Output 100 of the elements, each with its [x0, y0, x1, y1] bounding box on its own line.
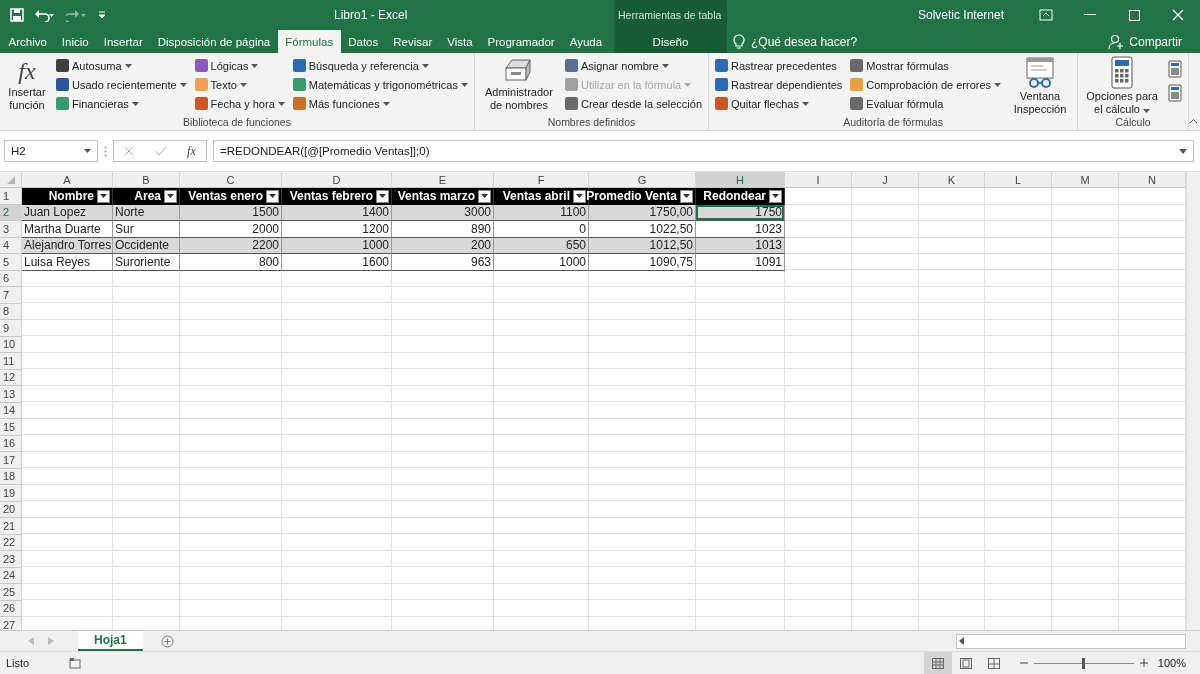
- column-header[interactable]: J: [852, 172, 919, 188]
- save-icon[interactable]: [10, 8, 24, 22]
- horizontal-scrollbar[interactable]: [956, 633, 1186, 649]
- ribbon-command[interactable]: Lógicas: [194, 56, 285, 75]
- table-cell[interactable]: 0: [494, 221, 589, 238]
- redo-icon[interactable]: [66, 8, 88, 22]
- minimize-icon[interactable]: [1084, 14, 1096, 16]
- ribbon-command[interactable]: Más funciones: [292, 94, 468, 113]
- column-header[interactable]: B: [113, 172, 180, 188]
- row-header[interactable]: 21: [0, 518, 22, 535]
- ribbon-command[interactable]: Asignar nombre: [564, 56, 702, 75]
- collapse-ribbon-icon[interactable]: [1189, 118, 1199, 124]
- ribbon-tab[interactable]: Insertar: [96, 30, 151, 53]
- ribbon-button[interactable]: Ventana Inspección: [1009, 56, 1072, 116]
- row-header[interactable]: 13: [0, 386, 22, 403]
- formula-field[interactable]: =REDONDEAR([@[Promedio Ventas]];0): [213, 140, 1194, 162]
- table-cell[interactable]: Suroriente: [113, 254, 180, 271]
- table-cell[interactable]: Luisa Reyes: [22, 254, 113, 271]
- table-cell[interactable]: Martha Duarte: [22, 221, 113, 238]
- ribbon-button[interactable]: fx Insertar función: [6, 56, 48, 116]
- ribbon-tab[interactable]: Programador: [480, 30, 563, 53]
- row-header[interactable]: 1: [0, 188, 22, 205]
- ribbon-command[interactable]: Matemáticas y trigonométricas: [292, 75, 468, 94]
- row-header[interactable]: 7: [0, 287, 22, 304]
- insert-function-button[interactable]: fx: [187, 143, 196, 159]
- macro-record-icon[interactable]: [69, 657, 82, 669]
- check-icon[interactable]: [154, 146, 167, 156]
- column-header[interactable]: M: [1052, 172, 1119, 188]
- row-header[interactable]: 9: [0, 320, 22, 337]
- ribbon-command[interactable]: Texto: [194, 75, 285, 94]
- row-header[interactable]: 3: [0, 221, 22, 238]
- ribbon-tab[interactable]: Vista: [439, 30, 481, 53]
- customize-icon[interactable]: [98, 10, 106, 20]
- table-cell[interactable]: 800: [180, 254, 282, 271]
- calculator-icon[interactable]: [1168, 84, 1183, 102]
- ribbon-tab[interactable]: Revisar: [385, 30, 440, 53]
- ribbon-command[interactable]: Rastrear precedentes: [715, 56, 843, 75]
- column-header[interactable]: K: [919, 172, 985, 188]
- filter-button[interactable]: [376, 189, 389, 203]
- ribbon-command[interactable]: Financieras: [56, 94, 187, 113]
- ribbon-command[interactable]: Crear desde la selección: [564, 94, 702, 113]
- table-cell[interactable]: 890: [392, 221, 494, 238]
- filter-button[interactable]: [164, 189, 177, 203]
- row-header[interactable]: 17: [0, 452, 22, 469]
- column-header[interactable]: I: [785, 172, 852, 188]
- calculator-icon[interactable]: [1168, 60, 1183, 78]
- table-cell[interactable]: 1200: [282, 221, 392, 238]
- column-header[interactable]: G: [589, 172, 696, 188]
- ribbon-tab[interactable]: Disposición de página: [150, 30, 278, 53]
- ribbon-tab[interactable]: Ayuda: [562, 30, 610, 53]
- table-cell[interactable]: 1022,50: [589, 221, 696, 238]
- name-box[interactable]: H2: [4, 140, 98, 162]
- ribbon-command[interactable]: Fecha y hora: [194, 94, 285, 113]
- column-header[interactable]: N: [1119, 172, 1186, 188]
- ribbon-command[interactable]: Usado recientemente: [56, 75, 187, 94]
- zoom-in-icon[interactable]: [1139, 659, 1148, 667]
- ribbon-command[interactable]: Rastrear dependientes: [715, 75, 843, 94]
- table-cell[interactable]: 1600: [282, 254, 392, 271]
- ribbon-command[interactable]: Quitar flechas: [715, 94, 843, 113]
- ribbon-tab[interactable]: Inicio: [54, 30, 97, 53]
- maximize-icon[interactable]: [1128, 9, 1140, 21]
- vertical-scrollbar[interactable]: [1186, 172, 1200, 630]
- column-header[interactable]: D: [282, 172, 392, 188]
- row-header[interactable]: 23: [0, 551, 22, 568]
- filter-button[interactable]: [478, 189, 491, 203]
- ribbon-tab[interactable]: Datos: [340, 30, 386, 53]
- close-icon[interactable]: [1172, 9, 1184, 21]
- table-cell[interactable]: 1090,75: [589, 254, 696, 271]
- row-header[interactable]: 25: [0, 584, 22, 601]
- row-header[interactable]: 27: [0, 617, 22, 630]
- table-cell[interactable]: 2000: [180, 221, 282, 238]
- column-header[interactable]: A: [22, 172, 113, 188]
- ribbon-button[interactable]: Administrador de nombres: [480, 56, 557, 116]
- filter-button[interactable]: [266, 189, 279, 203]
- filter-button[interactable]: [573, 189, 586, 203]
- add-sheet-icon[interactable]: [160, 634, 174, 648]
- sheet-tab[interactable]: Hoja1: [78, 631, 143, 651]
- ribbon-tab[interactable]: Archivo: [1, 30, 55, 53]
- view-button[interactable]: [923, 652, 952, 674]
- ribbon-command[interactable]: Autosuma: [56, 56, 187, 75]
- table-cell[interactable]: 963: [392, 254, 494, 271]
- column-header[interactable]: F: [494, 172, 589, 188]
- row-header[interactable]: 5: [0, 254, 22, 271]
- ribbon-button[interactable]: Opciones para el cálculo: [1084, 56, 1161, 116]
- ribbon-command[interactable]: Comprobación de errores: [850, 75, 1002, 94]
- undo-icon[interactable]: [34, 8, 56, 22]
- table-cell[interactable]: 1091: [696, 254, 785, 271]
- filter-button[interactable]: [97, 189, 110, 203]
- filter-button[interactable]: [680, 189, 693, 203]
- zoom-thumb[interactable]: [1082, 657, 1086, 669]
- column-header[interactable]: H: [696, 172, 785, 188]
- scroll-left-icon[interactable]: [957, 637, 967, 645]
- table-cell[interactable]: 1000: [494, 254, 589, 271]
- row-header[interactable]: 15: [0, 419, 22, 436]
- table-cell[interactable]: Sur: [113, 221, 180, 238]
- ribbon-command[interactable]: Evaluar fórmula: [850, 94, 1002, 113]
- column-header[interactable]: L: [985, 172, 1052, 188]
- row-header[interactable]: 19: [0, 485, 22, 502]
- share-button[interactable]: Compartir: [1108, 33, 1182, 50]
- column-header[interactable]: E: [392, 172, 494, 188]
